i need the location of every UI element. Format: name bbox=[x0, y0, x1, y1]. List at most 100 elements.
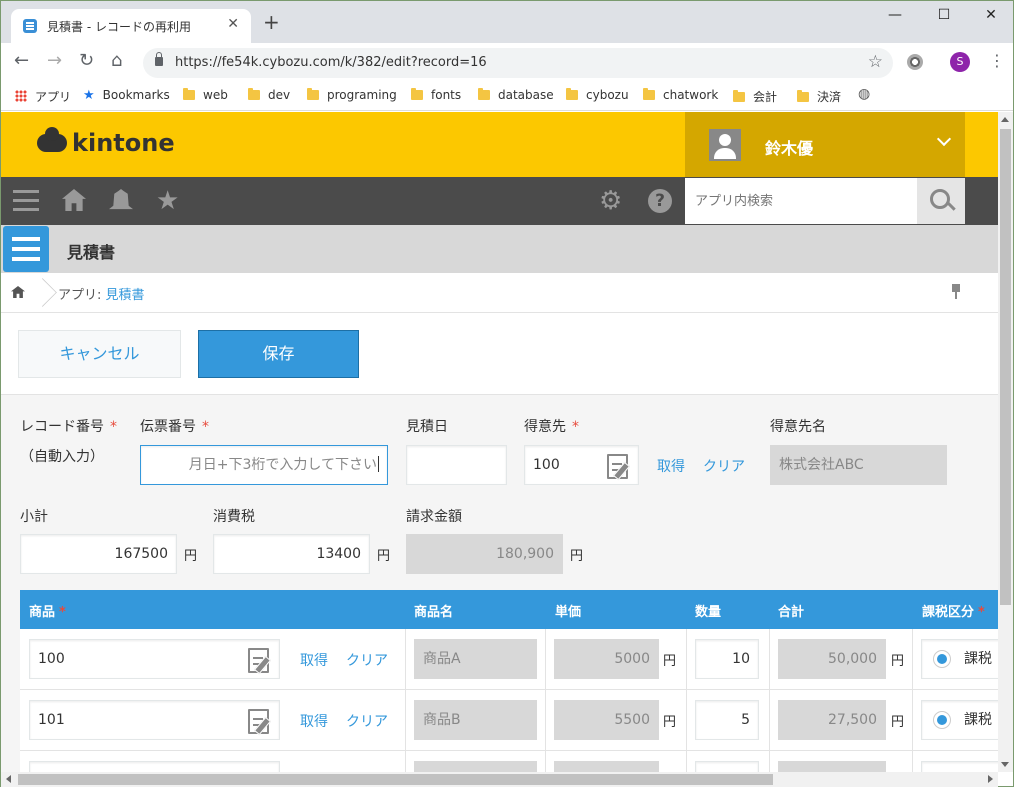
bookmark-programing[interactable]: programing bbox=[307, 88, 397, 102]
breadcrumb-app-link[interactable]: 見積書 bbox=[106, 288, 145, 303]
scroll-right-icon[interactable] bbox=[988, 775, 993, 783]
star-icon: ★ bbox=[83, 88, 95, 103]
bookmark-star-icon[interactable]: ☆ bbox=[868, 52, 883, 72]
tab-close-icon[interactable]: ✕ bbox=[227, 16, 239, 32]
gear-settings-icon[interactable]: ⚙ bbox=[599, 188, 622, 214]
scroll-up-icon[interactable] bbox=[1001, 117, 1009, 122]
hamburger-menu-icon[interactable] bbox=[13, 190, 39, 212]
voucher-number-input[interactable]: 月日+下3桁で入力して下さい bbox=[140, 445, 388, 485]
line-total-unit: 円 bbox=[891, 654, 905, 669]
customer-get-link[interactable]: 取得 bbox=[657, 456, 685, 476]
folder-icon bbox=[643, 88, 655, 100]
new-tab-icon[interactable]: + bbox=[263, 12, 280, 32]
required-mark: * bbox=[572, 419, 579, 435]
forward-arrow-icon[interactable]: → bbox=[47, 51, 62, 71]
required-mark: * bbox=[978, 605, 985, 620]
user-avatar bbox=[709, 129, 741, 161]
breadcrumb-separator bbox=[37, 273, 49, 313]
tax-type-radio-taxable[interactable] bbox=[933, 650, 951, 668]
tab-bar: 見積書 - レコードの再利用 ✕ + — ☐ ✕ bbox=[1, 1, 1013, 43]
subtotal-field[interactable]: 167500 bbox=[20, 534, 177, 574]
pin-icon[interactable] bbox=[951, 284, 961, 300]
close-window-icon[interactable]: ✕ bbox=[981, 7, 1001, 23]
vertical-scrollbar[interactable] bbox=[998, 112, 1013, 772]
billing-amount-field: 180,900 bbox=[406, 534, 563, 574]
url-text: https://fe54k.cybozu.com/k/382/edit?reco… bbox=[175, 55, 487, 70]
home-icon[interactable] bbox=[62, 189, 86, 211]
tax-type-radio-taxable[interactable] bbox=[933, 711, 951, 729]
quantity-input[interactable]: 10 bbox=[695, 639, 759, 679]
product-code-input[interactable]: 101 bbox=[29, 700, 280, 740]
kintone-logo[interactable]: kintone bbox=[37, 127, 175, 157]
bookmark-bookmarks[interactable]: ★ Bookmarks bbox=[83, 88, 170, 103]
browser-tab[interactable]: 見積書 - レコードの再利用 ✕ bbox=[11, 9, 251, 43]
tax-type-label: 課税 bbox=[964, 712, 992, 728]
kintone-app-favicon-icon bbox=[23, 19, 37, 33]
scroll-left-icon[interactable] bbox=[6, 775, 11, 783]
minimize-window-icon[interactable]: — bbox=[885, 7, 905, 23]
globe-icon[interactable]: ◍ bbox=[858, 86, 870, 102]
back-arrow-icon[interactable]: ← bbox=[14, 51, 29, 71]
app-search-input[interactable] bbox=[685, 178, 917, 224]
record-number-label: レコード番号 * bbox=[20, 419, 117, 435]
product-get-link[interactable]: 取得 bbox=[300, 650, 328, 670]
bookmark-fonts[interactable]: fonts bbox=[411, 88, 461, 102]
product-get-link[interactable]: 取得 bbox=[300, 711, 328, 731]
horizontal-scroll-thumb[interactable] bbox=[18, 774, 773, 785]
folder-icon bbox=[797, 90, 809, 102]
form-action-bar: キャンセル 保存 bbox=[1, 313, 998, 395]
bookmark-web[interactable]: web bbox=[183, 88, 228, 102]
unit-price-unit: 円 bbox=[663, 715, 677, 730]
quantity-input[interactable]: 5 bbox=[695, 700, 759, 740]
app-list-icon bbox=[3, 226, 49, 272]
billing-amount-label: 請求金額 bbox=[406, 509, 462, 525]
help-question-icon[interactable]: ? bbox=[648, 189, 672, 213]
customer-clear-link[interactable]: クリア bbox=[703, 456, 745, 476]
folder-icon bbox=[411, 88, 423, 100]
product-clear-link[interactable]: クリア bbox=[346, 711, 388, 731]
bookmark-payment[interactable]: 決済 bbox=[797, 88, 841, 105]
app-search-box bbox=[685, 178, 917, 224]
favorites-star-icon[interactable]: ★ bbox=[156, 188, 179, 214]
user-menu[interactable]: 鈴木優 bbox=[685, 112, 965, 177]
bookmark-accounting[interactable]: 会計 bbox=[733, 88, 777, 105]
chevron-down-icon bbox=[936, 131, 952, 147]
lookup-edit-icon[interactable] bbox=[246, 646, 272, 673]
tax-label: 消費税 bbox=[213, 509, 255, 525]
table-row: 100 取得 クリア 商品A 5000 円 10 50,000 円 課税 bbox=[20, 629, 998, 690]
required-mark: * bbox=[202, 419, 209, 435]
address-bar[interactable]: https://fe54k.cybozu.com/k/382/edit?reco… bbox=[143, 48, 893, 78]
cancel-button[interactable]: キャンセル bbox=[18, 330, 181, 378]
search-icon[interactable] bbox=[917, 178, 965, 224]
maximize-window-icon[interactable]: ☐ bbox=[934, 7, 954, 23]
bookmark-cybozu[interactable]: cybozu bbox=[566, 88, 629, 102]
folder-icon bbox=[733, 90, 745, 102]
bookmark-dev[interactable]: dev bbox=[248, 88, 290, 102]
record-number-value: （自動入力） bbox=[20, 449, 104, 465]
reload-icon[interactable]: ↻ bbox=[79, 51, 94, 71]
app-title: 見積書 bbox=[67, 243, 116, 262]
customer-label: 得意先 * bbox=[524, 419, 579, 435]
bookmark-apps[interactable]: アプリ bbox=[15, 88, 71, 105]
tax-field[interactable]: 13400 bbox=[213, 534, 370, 574]
home-icon[interactable]: ⌂ bbox=[111, 51, 122, 71]
bookmark-database[interactable]: database bbox=[478, 88, 554, 102]
save-button[interactable]: 保存 bbox=[198, 330, 359, 378]
col-quantity: 数量 bbox=[695, 605, 722, 620]
profile-avatar[interactable]: S bbox=[950, 52, 970, 72]
scroll-down-icon[interactable] bbox=[1001, 762, 1009, 767]
horizontal-scrollbar[interactable] bbox=[1, 772, 998, 787]
extension-icon[interactable] bbox=[907, 54, 923, 70]
estimate-date-input[interactable] bbox=[406, 445, 507, 485]
browser-menu-icon[interactable]: ⋮ bbox=[989, 51, 1005, 70]
breadcrumb-home-icon[interactable] bbox=[11, 286, 25, 298]
product-name-field: 商品A bbox=[414, 639, 537, 679]
lookup-edit-icon[interactable] bbox=[246, 707, 272, 734]
bookmark-chatwork[interactable]: chatwork bbox=[643, 88, 718, 102]
product-clear-link[interactable]: クリア bbox=[346, 650, 388, 670]
required-mark: * bbox=[110, 419, 117, 435]
vertical-scroll-thumb[interactable] bbox=[1000, 129, 1011, 605]
bell-notification-icon[interactable] bbox=[109, 189, 133, 213]
product-code-input[interactable]: 100 bbox=[29, 639, 280, 679]
lookup-edit-icon[interactable] bbox=[605, 452, 631, 479]
